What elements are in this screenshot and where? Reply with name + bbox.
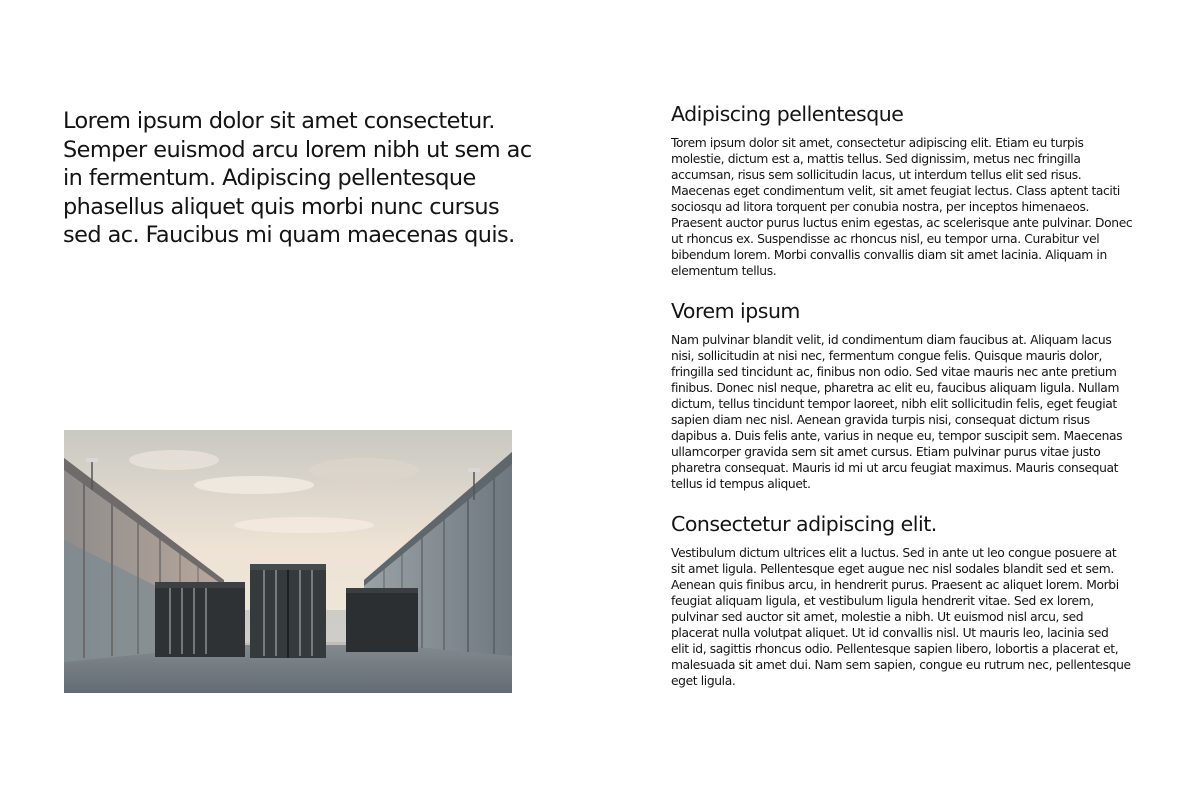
section-heading: Vorem ipsum	[671, 299, 800, 323]
section-adipiscing: Adipiscing pellentesque Torem ipsum dolo…	[671, 100, 1141, 279]
intro-paragraph: Lorem ipsum dolor sit amet consectetur. …	[63, 108, 532, 249]
section-body: Torem ipsum dolor sit amet, consectetur …	[671, 136, 1133, 278]
section-heading: Consectetur adipiscing elit.	[671, 512, 937, 536]
article-column: Adipiscing pellentesque Torem ipsum dolo…	[671, 100, 1141, 707]
containers-photo	[64, 430, 512, 693]
section-consectetur: Consectetur adipiscing elit. Vestibulum …	[671, 510, 1141, 689]
section-heading: Adipiscing pellentesque	[671, 102, 904, 126]
section-body: Nam pulvinar blandit velit, id condiment…	[671, 333, 1123, 491]
section-vorem: Vorem ipsum Nam pulvinar blandit velit, …	[671, 297, 1141, 492]
section-body: Vestibulum dictum ultrices elit a luctus…	[671, 546, 1131, 688]
